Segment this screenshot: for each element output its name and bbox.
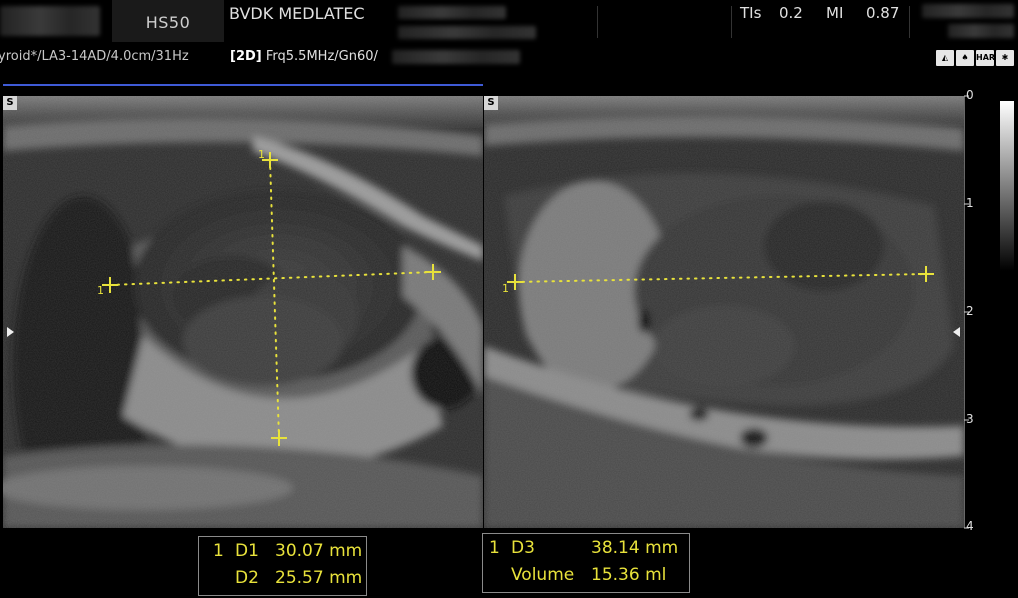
mode-badge: [2D] (230, 49, 262, 64)
measurement-label: Volume (511, 565, 575, 585)
depth-label-2: 2 (966, 304, 974, 318)
model-label: HS50 (112, 0, 224, 42)
ultrasound-image-left[interactable]: S 1 1 (3, 96, 483, 528)
orientation-marker-right: S (484, 96, 498, 110)
redacted-logo (0, 6, 100, 36)
mode-params: Frq5.5MHz/Gn60/ (265, 49, 378, 64)
redacted-patient-id (398, 26, 536, 39)
toolbar-icons: ◭ ♠ HAR ✱ (936, 50, 1014, 66)
orientation-marker-left: S (3, 96, 17, 110)
measurement-box-right[interactable]: 1 D3 38.14 mm Volume 15.36 ml (482, 533, 690, 593)
grayscale-bar (1000, 101, 1014, 271)
redacted-patient-name (398, 6, 506, 19)
header-divider (909, 6, 910, 38)
header-divider (731, 6, 732, 38)
measurement-label: D1 (235, 541, 259, 561)
measurement-index: 1 (213, 541, 224, 561)
depth-scale: 0 1 2 3 4 (964, 88, 994, 533)
depth-label-1: 1 (966, 196, 974, 210)
measurement-value: 15.36 ml (591, 565, 667, 585)
preset-text: yroid*/LA3-14AD/4.0cm/31Hz (0, 49, 189, 64)
harmonic-icon[interactable]: HAR (976, 50, 995, 66)
depth-label-4: 4 (966, 519, 974, 533)
caliper-index-left-side: 1 (97, 284, 104, 297)
acquisition-status-line: yroid*/LA3-14AD/4.0cm/31Hz [2D] Frq5.5MH… (0, 46, 1018, 86)
depth-label-0: 0 (966, 88, 974, 102)
measurement-box-left[interactable]: 1 D1 30.07 mm D2 25.57 mm (198, 536, 367, 596)
mode-text: [2D] Frq5.5MHz/Gn60/ (230, 49, 378, 64)
mi-label: MI (826, 4, 844, 22)
caliper-index-right: 1 (502, 282, 509, 295)
probe-orientation-icon[interactable]: ◭ (936, 50, 954, 66)
ultrasound-image-right[interactable]: S 1 (484, 96, 964, 528)
redacted-time (948, 24, 1014, 38)
body-marker-icon[interactable]: ♠ (956, 50, 974, 66)
active-frame-indicator (3, 84, 483, 86)
measurement-value: 30.07 mm (275, 541, 363, 561)
mi-value: 0.87 (866, 4, 900, 22)
redacted-date (922, 4, 1014, 18)
focus-marker-right[interactable] (953, 327, 960, 337)
right-image-svg (484, 96, 964, 528)
focus-marker-left[interactable] (7, 327, 14, 337)
hospital-name: BVDK MEDLATEC (229, 4, 365, 23)
caliper-index-left-top: 1 (258, 148, 265, 161)
measurement-label: D3 (511, 538, 535, 558)
measurement-value: 38.14 mm (591, 538, 679, 558)
ti-value: 0.2 (779, 4, 803, 22)
header-divider (597, 6, 598, 38)
settings-gear-icon[interactable]: ✱ (996, 50, 1014, 66)
ti-label: TIs (740, 4, 762, 22)
left-image-svg (3, 96, 483, 528)
redacted-extra-params (392, 50, 520, 64)
measurement-value: 25.57 mm (275, 568, 363, 588)
header-bar: HS50 BVDK MEDLATEC TIs 0.2 MI 0.87 (0, 0, 1018, 46)
measurement-label: D2 (235, 568, 259, 588)
measurement-index: 1 (489, 538, 500, 558)
depth-label-3: 3 (966, 412, 974, 426)
